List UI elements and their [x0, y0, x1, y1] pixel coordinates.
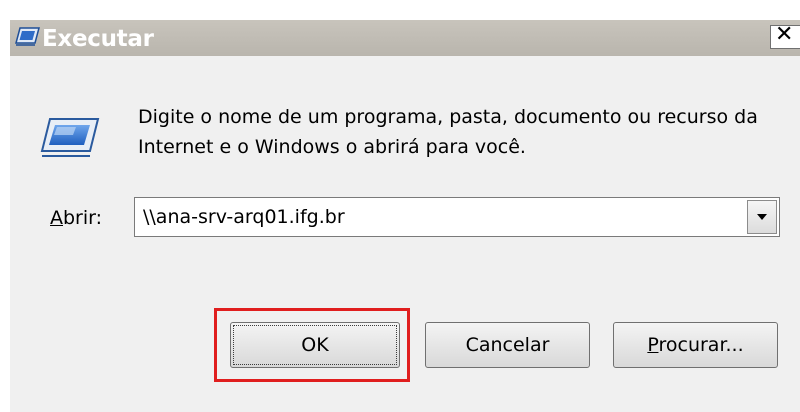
browse-button-label: rocurar... [658, 334, 744, 356]
focus-ring [233, 325, 397, 365]
open-input[interactable] [135, 198, 739, 236]
dropdown-button[interactable] [747, 200, 777, 234]
cancel-button[interactable]: Cancelar [425, 322, 590, 368]
open-combobox[interactable] [134, 197, 780, 237]
description-text: Digite o nome de um programa, pasta, doc… [138, 106, 758, 158]
title-bar: Executar ✕ [0, 0, 800, 60]
browse-button[interactable]: Procurar... [613, 322, 778, 368]
chevron-down-icon [757, 214, 767, 220]
browse-accesskey: P [647, 334, 659, 356]
window-title: Executar [42, 26, 154, 52]
run-icon [15, 27, 40, 46]
open-label: Abrir: [50, 207, 102, 229]
run-icon [40, 118, 100, 157]
open-label-rest: brir: [63, 207, 103, 229]
cancel-button-label: Cancelar [465, 334, 550, 356]
close-button[interactable]: ✕ [770, 22, 800, 49]
ok-button[interactable]: OK [230, 322, 400, 368]
open-label-accesskey: A [50, 207, 63, 229]
run-dialog: Executar ✕ Digite o nome de um programa,… [0, 0, 800, 412]
close-icon: ✕ [775, 22, 794, 47]
